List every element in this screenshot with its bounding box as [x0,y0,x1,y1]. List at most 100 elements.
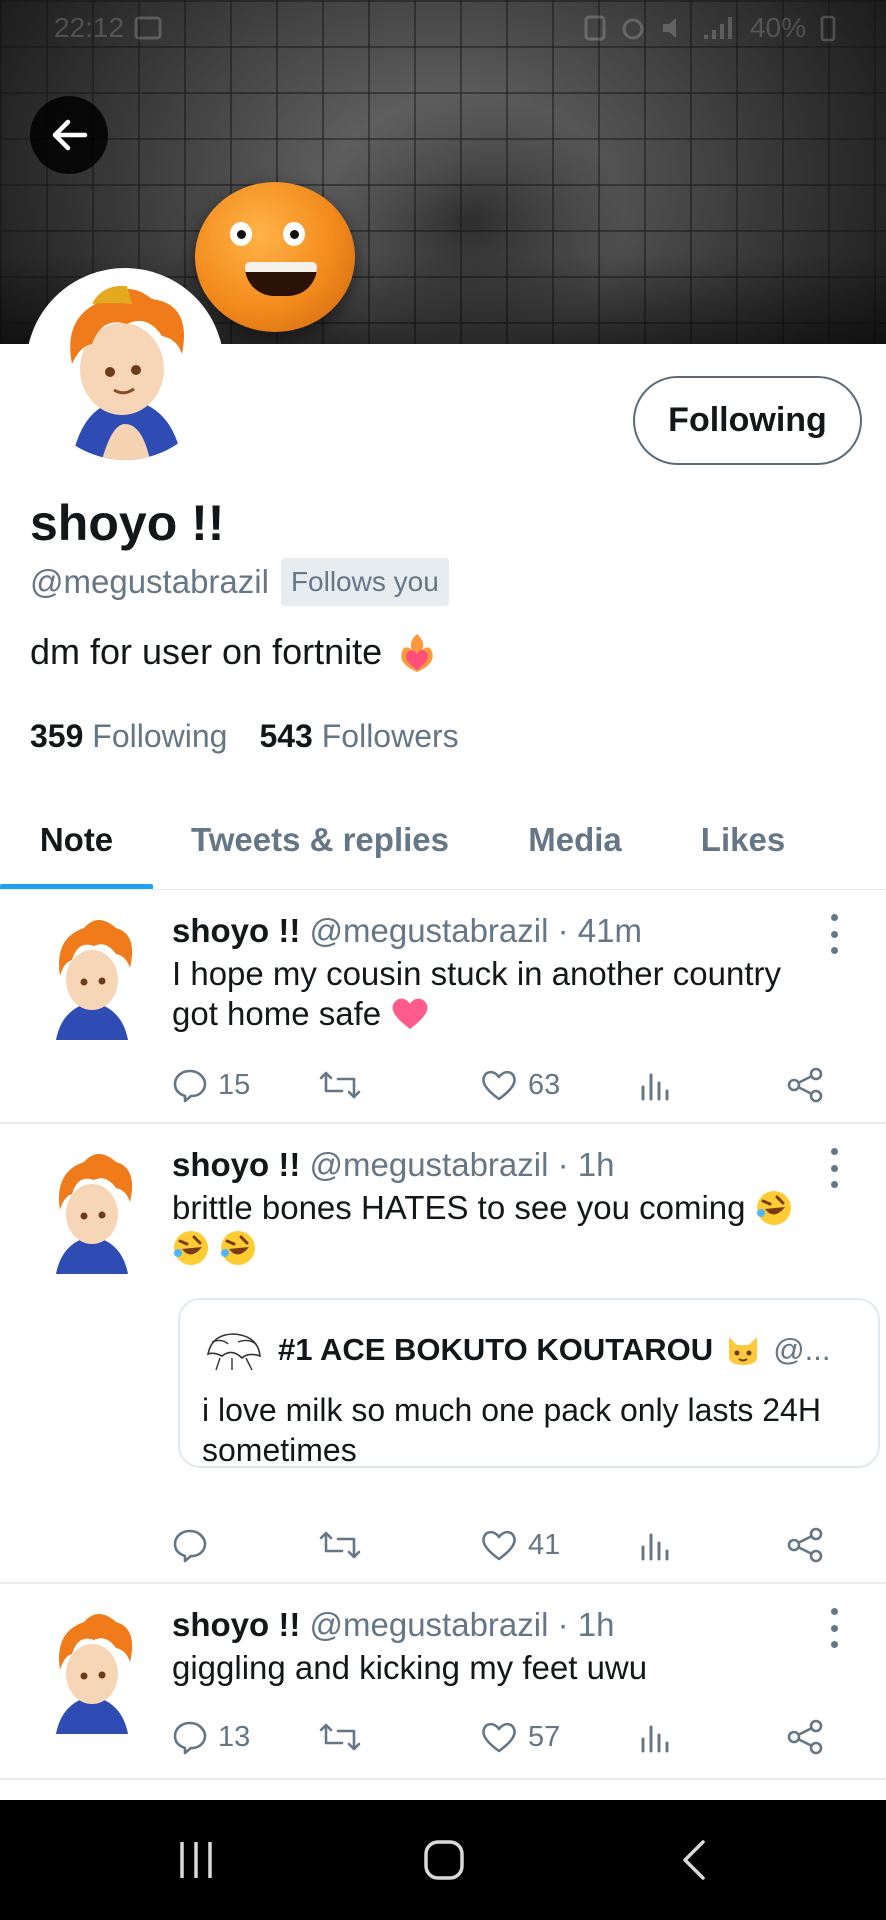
retweet-icon [319,1531,361,1559]
tweet-more-icon[interactable] [822,914,846,954]
profile-handle: @megustabrazil [30,563,269,600]
arrow-left-icon [52,119,88,151]
alarm-icon [622,18,644,40]
like-count: 57 [528,1720,561,1753]
status-bar: 22:12 40% [0,0,886,56]
reply-action[interactable]: 13 [172,1712,250,1762]
retweet-action[interactable] [318,1712,372,1762]
tweet-avatar[interactable] [46,1604,138,1734]
like-action[interactable]: 57 [480,1712,560,1762]
tweet-header: shoyo !! @megustabrazil · 41m [172,912,642,950]
profile-tabs: Note Tweets & replies Media Likes [0,790,886,890]
tweet-author-name: shoyo !! [172,1146,301,1183]
retweet-action[interactable] [318,1520,372,1570]
rolling-laughing-emoji-icon [221,1231,256,1265]
reply-action[interactable]: 15 [172,1060,250,1110]
profile-bio: dm for user on fortnite [30,630,438,674]
tweet-body: I hope my cousin stuck in another countr… [172,955,781,1032]
system-back-button[interactable] [664,1830,724,1890]
tab-media[interactable]: Media [505,790,645,890]
tweet-item[interactable]: shoyo !! @megustabrazil · 41m I hope my … [0,890,886,1124]
tweet-time: 1h [577,1146,615,1183]
sim-icon [584,15,606,41]
tweet-actions: 41 [172,1520,832,1570]
reply-icon [173,1069,207,1103]
reply-count: 15 [218,1068,251,1101]
quoted-tweet-text: i love milk so much one pack only lasts … [202,1392,821,1468]
orange-eye-left [230,222,252,246]
tweet-time: 1h [577,1606,615,1643]
following-button[interactable]: Following [633,376,862,465]
tweet-more-icon[interactable] [822,1148,846,1188]
like-action[interactable]: 63 [480,1060,560,1110]
like-count: 41 [528,1528,561,1561]
tweet-time: 41m [577,912,642,949]
chevron-left-icon [683,1840,705,1880]
signal-icon [703,17,732,39]
quoted-avatar-image [206,1333,261,1371]
tweet-more-icon[interactable] [822,1608,846,1648]
system-navigation-bar [0,1800,886,1920]
share-action[interactable] [786,1060,826,1110]
heart-icon [482,1722,516,1753]
tweet-avatar[interactable] [46,1144,138,1274]
avatar-image [56,1614,133,1734]
share-action[interactable] [786,1520,826,1570]
share-icon [787,1067,823,1103]
home-button[interactable] [404,1830,484,1890]
following-count-link[interactable]: 359 Following [30,718,227,755]
heart-on-fire-emoji-icon [401,634,433,672]
tweet-separator: · [548,1606,578,1643]
quoted-author-name: #1 ACE BOKUTO KOUTAROU [278,1332,714,1367]
share-action[interactable] [786,1712,826,1762]
tweet-author-handle: @megustabrazil [309,1606,549,1643]
tweet-header: shoyo !! @megustabrazil · 1h [172,1606,614,1644]
like-action[interactable]: 41 [480,1520,560,1570]
following-label: Following [92,718,228,754]
tab-likes[interactable]: Likes [680,790,806,890]
profile-display-name: shoyo !! [30,495,225,551]
mute-icon [662,18,676,38]
analytics-action[interactable] [638,1520,672,1570]
tweet-separator: · [548,1146,578,1183]
tab-note[interactable]: Note [0,790,153,890]
follow-counts: 359 Following 543 Followers [30,718,459,755]
tweet-author-name: shoyo !! [172,912,301,949]
recent-apps-icon [180,1842,212,1878]
banner-orange-character [195,182,355,332]
tweet-text: giggling and kicking my feet uwu [172,1648,832,1688]
recent-apps-button[interactable] [160,1830,232,1890]
tweet-author-name: shoyo !! [172,1606,301,1643]
tweet-header: shoyo !! @megustabrazil · 1h [172,1146,614,1184]
heart-icon [482,1070,516,1101]
analytics-action[interactable] [638,1060,672,1110]
reply-action[interactable] [172,1520,218,1570]
avatar-image [56,1154,133,1274]
gallery-icon [134,16,162,40]
retweet-action[interactable] [318,1060,372,1110]
analytics-action[interactable] [638,1712,672,1762]
retweet-icon [319,1723,361,1751]
tweet-avatar[interactable] [46,910,138,1040]
orange-mouth [245,262,317,296]
share-icon [787,1527,823,1563]
tweet-actions: 13 57 [172,1712,832,1762]
tab-tweets-replies[interactable]: Tweets & replies [168,790,472,890]
tweet-actions: 15 63 [172,1060,832,1110]
back-button[interactable] [30,96,108,174]
battery-percent: 40% [749,12,806,43]
tweet-item[interactable]: shoyo !! @megustabrazil · 1h giggling an… [0,1584,886,1780]
profile-screen: 22:12 40% Following shoyo !! @megustabra… [0,0,886,1920]
followers-label: Followers [321,718,459,754]
rolling-laughing-emoji-icon [756,1191,791,1225]
avatar-image [32,274,218,460]
orange-eye-right [283,222,305,246]
quoted-tweet-header: #1 ACE BOKUTO KOUTAROU @... [202,1328,831,1372]
followers-count-link[interactable]: 543 Followers [259,718,458,755]
quoted-tweet[interactable]: #1 ACE BOKUTO KOUTAROU @... i love milk … [178,1298,880,1468]
profile-avatar[interactable] [26,268,224,466]
follows-you-badge: Follows you [280,558,449,606]
followers-count: 543 [259,718,313,754]
avatar-image [56,920,133,1040]
cat-emoji-icon [729,1337,758,1365]
